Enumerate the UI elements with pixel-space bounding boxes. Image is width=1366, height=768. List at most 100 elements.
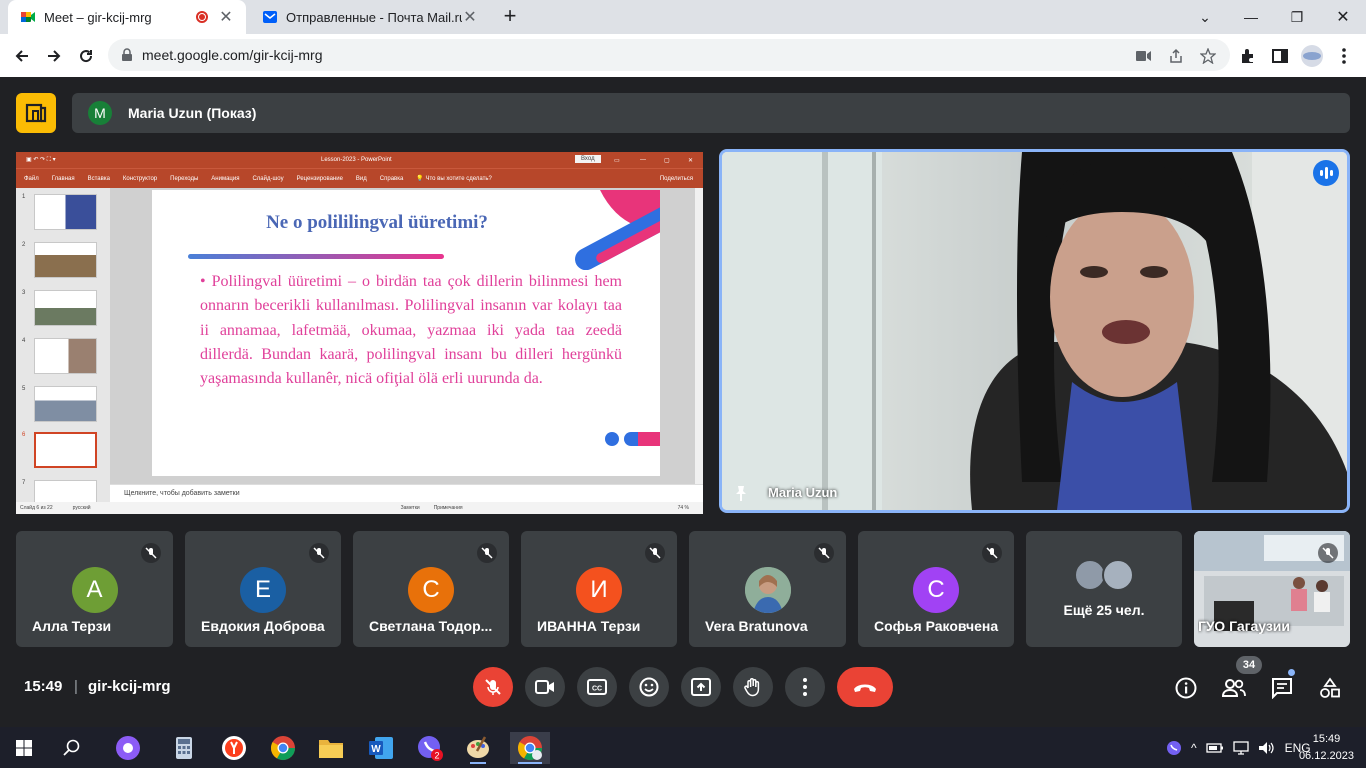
raise-hand-button[interactable] xyxy=(733,667,773,707)
restore-icon[interactable]: ▢ xyxy=(664,157,670,164)
slide-title: Ne o polililingval üüretimi? xyxy=(266,212,488,233)
forward-button[interactable] xyxy=(40,42,68,70)
participant-tile[interactable]: Vera Bratunova xyxy=(689,531,846,647)
ribbon-tab-review[interactable]: Рецензирование xyxy=(297,176,343,182)
camera-toggle-button[interactable] xyxy=(525,667,565,707)
ribbon-tab-file[interactable]: Файл xyxy=(24,176,39,182)
ribbon-tab-transitions[interactable]: Переходы xyxy=(170,176,198,182)
bookmark-star-icon[interactable] xyxy=(1198,46,1218,66)
share-button[interactable]: Поделиться xyxy=(660,176,693,182)
slide-thumbnail[interactable] xyxy=(34,194,97,230)
tab-mail[interactable]: Отправленные - Почта Mail.ru ✕ xyxy=(250,0,490,34)
slide-thumbnail[interactable] xyxy=(34,290,97,326)
present-screen-button[interactable] xyxy=(681,667,721,707)
chrome-active-button[interactable] xyxy=(510,732,550,764)
minimize-button[interactable]: — xyxy=(1228,0,1274,34)
viber-button[interactable]: 2 xyxy=(414,732,446,764)
ribbon-tab-home[interactable]: Главная xyxy=(52,176,75,182)
chat-button[interactable] xyxy=(1269,675,1295,701)
minimize-icon[interactable]: — xyxy=(640,157,646,163)
close-tab-icon[interactable]: ✕ xyxy=(218,7,234,27)
tab-meet[interactable]: Meet – gir-kcij-mrg ✕ xyxy=(8,0,246,34)
zoom-level[interactable]: 74 % xyxy=(678,505,689,511)
current-slide[interactable]: Ne o polililingval üüretimi? • Polilingv… xyxy=(152,190,660,476)
close-icon[interactable]: ✕ xyxy=(688,157,693,164)
people-button[interactable] xyxy=(1221,675,1247,701)
slide-scrollbar[interactable] xyxy=(695,188,703,484)
ribbon-tab-animations[interactable]: Анимация xyxy=(211,176,239,182)
volume-icon[interactable] xyxy=(1258,741,1276,755)
tab-search-icon[interactable]: ⌄ xyxy=(1182,0,1228,34)
reload-button[interactable] xyxy=(72,42,100,70)
slide-thumbnail[interactable] xyxy=(34,338,97,374)
back-button[interactable] xyxy=(8,42,36,70)
slide-thumbnail[interactable] xyxy=(34,242,97,278)
slide-thumbnail-selected[interactable] xyxy=(34,432,97,468)
slide-thumbnail[interactable] xyxy=(34,386,97,422)
participant-tile[interactable]: С Светлана Тодор... xyxy=(353,531,509,647)
notes-pane[interactable]: Щелкните, чтобы добавить заметки xyxy=(110,484,703,502)
thumb-number: 1 xyxy=(22,194,26,200)
participant-tile[interactable]: И ИВАННА Терзи xyxy=(521,531,677,647)
ribbon-tab-design[interactable]: Конструктор xyxy=(123,176,157,182)
pin-icon[interactable] xyxy=(732,484,750,502)
captions-button[interactable]: CC xyxy=(577,667,617,707)
shared-screen[interactable]: ▣ ↶ ↷ ⛶ ▾ Lesson-2023 - PowerPoint Вход … xyxy=(16,152,703,514)
side-panel-icon[interactable] xyxy=(1268,44,1292,68)
network-icon[interactable] xyxy=(1232,740,1249,755)
arrow-left-icon xyxy=(15,50,28,62)
participant-tile[interactable]: А Алла Терзи xyxy=(16,531,173,647)
paint-icon xyxy=(467,736,489,758)
reactions-button[interactable] xyxy=(629,667,669,707)
ribbon-options-icon[interactable]: ▭ xyxy=(614,157,620,164)
tray-overflow-icon[interactable]: ^ xyxy=(1191,741,1197,755)
participant-tile[interactable]: С Софья Раковчена xyxy=(858,531,1014,647)
ribbon-tab-view[interactable]: Вид xyxy=(356,176,367,182)
taskbar-clock[interactable]: 15:49 06.12.2023 xyxy=(1299,731,1354,765)
alice-assistant-button[interactable] xyxy=(112,732,144,764)
search-button[interactable] xyxy=(56,732,88,764)
extensions-icon[interactable] xyxy=(1236,44,1260,68)
more-options-button[interactable] xyxy=(785,667,825,707)
address-bar[interactable]: meet.google.com/gir-kcij-mrg xyxy=(108,39,1230,71)
mic-off-icon xyxy=(982,543,1002,563)
participant-tile[interactable]: Е Евдокия Доброва xyxy=(185,531,341,647)
word-button[interactable]: W xyxy=(365,732,397,764)
viber-tray-icon[interactable] xyxy=(1166,740,1182,756)
close-tab-icon[interactable]: ✕ xyxy=(462,7,478,27)
participant-name: ИВАННА Терзи xyxy=(537,618,641,634)
share-icon[interactable] xyxy=(1166,46,1186,66)
yandex-browser-button[interactable] xyxy=(218,732,250,764)
login-button[interactable]: Вход xyxy=(575,155,601,163)
ribbon-tab-help[interactable]: Справка xyxy=(380,176,404,182)
tell-me-search[interactable]: 💡 Что вы хотите сделать? xyxy=(416,175,491,182)
presentation-icon[interactable] xyxy=(16,93,56,133)
battery-icon[interactable] xyxy=(1205,741,1224,755)
speaker-video[interactable]: Maria Uzun xyxy=(719,149,1350,513)
file-explorer-button[interactable] xyxy=(315,732,347,764)
ribbon-tab-slideshow[interactable]: Слайд-шоу xyxy=(252,176,283,182)
menu-icon[interactable] xyxy=(1332,44,1356,68)
new-tab-button[interactable]: + xyxy=(498,4,522,28)
comments-button[interactable]: Примечания xyxy=(434,505,463,511)
mic-toggle-button[interactable] xyxy=(473,667,513,707)
windows-taskbar: W 2 ^ ENG 15:49 06.12.2023 xyxy=(0,727,1366,768)
participant-video-tile[interactable]: ГУО Гагаузии xyxy=(1194,531,1350,647)
calculator-button[interactable] xyxy=(168,732,200,764)
more-participants-tile[interactable]: Ещё 25 чел. xyxy=(1026,531,1182,647)
arrow-right-icon xyxy=(48,50,61,62)
start-button[interactable] xyxy=(8,732,40,764)
tab-title: Отправленные - Почта Mail.ru xyxy=(286,9,462,25)
meeting-details-button[interactable] xyxy=(1173,675,1199,701)
close-window-button[interactable]: ✕ xyxy=(1320,0,1366,34)
notes-button[interactable]: Заметки xyxy=(401,505,420,511)
yandex-icon xyxy=(222,736,246,760)
profile-avatar[interactable] xyxy=(1300,44,1324,68)
ribbon-tab-insert[interactable]: Вставка xyxy=(88,176,110,182)
leave-call-button[interactable] xyxy=(837,667,893,707)
restore-button[interactable]: ❐ xyxy=(1274,0,1320,34)
paint-button[interactable] xyxy=(462,732,494,764)
chrome-button[interactable] xyxy=(267,732,299,764)
activities-button[interactable] xyxy=(1317,675,1343,701)
camera-in-use-icon[interactable] xyxy=(1134,46,1154,66)
